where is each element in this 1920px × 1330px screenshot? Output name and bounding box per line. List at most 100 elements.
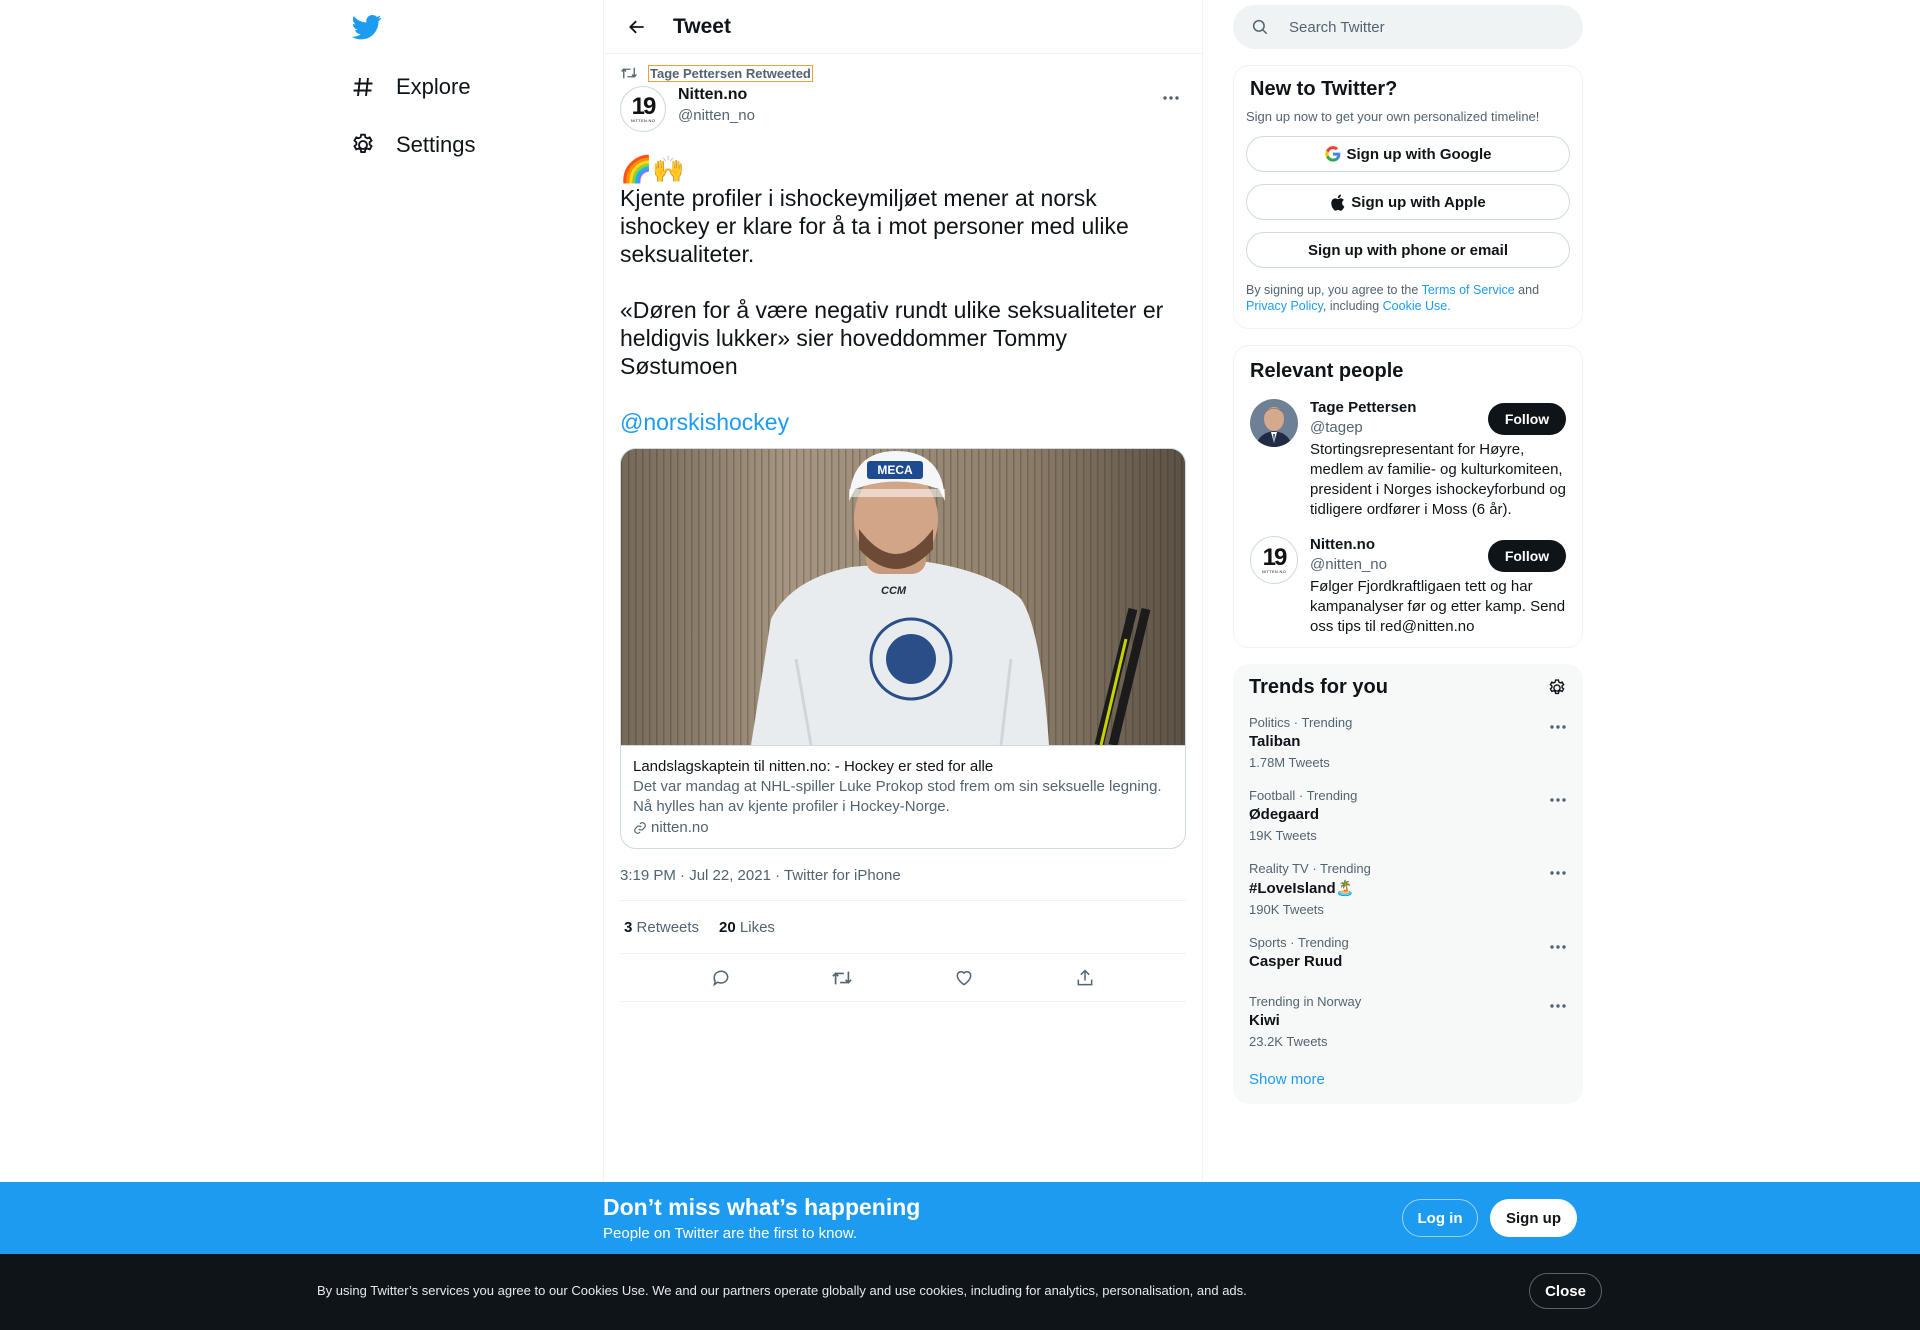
cookie-banner: By using Twitter’s services you agree to…	[0, 1254, 1920, 1330]
cookie-close-button[interactable]: Close	[1529, 1273, 1602, 1309]
nav-settings-label: Settings	[396, 132, 476, 157]
avatar-logo-subtext: NITTEN.NO	[630, 117, 656, 123]
trends-panel: Trends for you Politics · Trending Talib…	[1233, 664, 1583, 1104]
tweet-text: 🌈🙌 Kjente profiler i ishockeymiljøet men…	[620, 154, 1186, 380]
trend-item[interactable]: Trending in Norway Kiwi 23.2K Tweets	[1233, 984, 1583, 1057]
twitter-bird-icon[interactable]	[351, 12, 384, 44]
card-description: Det var mandag at NHL-spiller Luke Proko…	[633, 778, 1162, 815]
likes-label: Likes	[739, 918, 775, 936]
privacy-policy-link[interactable]: Privacy Policy	[1246, 299, 1323, 313]
trend-item[interactable]: Politics · Trending Taliban 1.78M Tweets	[1233, 705, 1583, 778]
nav-explore-label: Explore	[396, 74, 471, 99]
more-options-icon[interactable]	[1549, 937, 1567, 955]
signup-terms: By signing up, you agree to the Terms of…	[1246, 282, 1570, 314]
retweet-icon[interactable]	[825, 961, 859, 995]
promo-title: Don’t miss what’s happening	[603, 1194, 921, 1220]
search-bar[interactable]: Search Twitter	[1233, 5, 1583, 49]
trend-name: Kiwi	[1249, 1012, 1280, 1029]
avatar-logo-subtext: NITTEN.NO	[1261, 568, 1287, 574]
card-title: Landslagskaptein til nitten.no: - Hockey…	[633, 758, 994, 775]
gear-icon[interactable]	[1547, 678, 1567, 698]
nav-settings[interactable]: Settings	[350, 120, 476, 170]
helmet-logo-text: MECA	[877, 463, 913, 477]
promo-subtitle: People on Twitter are the first to know.	[603, 1225, 858, 1242]
author-name[interactable]: Nitten.no	[678, 86, 755, 104]
page-title: Tweet	[673, 14, 731, 38]
new-to-twitter-title: New to Twitter?	[1250, 78, 1398, 100]
more-options-icon[interactable]	[1549, 790, 1567, 808]
person-bio: Følger Fjordkraftligaen tett og har kamp…	[1310, 578, 1566, 635]
cookie-use-link[interactable]: Cookie Use.	[1383, 299, 1451, 313]
tweet-header: Tweet	[604, 0, 1202, 54]
person-card[interactable]: Tage Pettersen @tagep Stortingsrepresent…	[1250, 399, 1566, 520]
terms-of-service-link[interactable]: Terms of Service	[1422, 283, 1515, 297]
tweet-column: Tweet Tage Pettersen Retweeted 19 NITTEN…	[603, 0, 1203, 1330]
likes-stat[interactable]: 20 Likes	[719, 919, 775, 936]
trend-count: 1.78M Tweets	[1249, 755, 1330, 770]
trend-name: Casper Ruud	[1249, 953, 1343, 970]
trend-item[interactable]: Sports · Trending Casper Ruud	[1233, 925, 1583, 984]
trend-context: Politics · Trending	[1249, 715, 1353, 730]
trend-context: Reality TV · Trending	[1249, 861, 1371, 876]
hashtag-icon	[350, 74, 376, 100]
tweet: Tage Pettersen Retweeted 19 NITTEN.NO Ni…	[604, 64, 1202, 1002]
link-card[interactable]: MECA CCM Landslagskaptein til nitten.no:…	[620, 448, 1186, 849]
person-card[interactable]: 19 NITTEN.NO Nitten.no @nitten_no Følger…	[1250, 536, 1566, 637]
card-domain-text: nitten.no	[651, 819, 709, 836]
more-options-icon[interactable]	[1156, 86, 1186, 110]
show-more-link[interactable]: Show more	[1233, 1057, 1583, 1104]
retweeted-by-link[interactable]: Tage Pettersen Retweeted	[648, 64, 813, 82]
signup-apple-label: Sign up with Apple	[1351, 193, 1486, 211]
avatar[interactable]	[1250, 399, 1298, 447]
mention-link[interactable]: @norskishockey	[620, 408, 789, 436]
trend-count: 190K Tweets	[1249, 902, 1324, 917]
terms-text-1: By signing up, you agree to the	[1246, 283, 1422, 297]
follow-button[interactable]: Follow	[1488, 540, 1566, 572]
trend-context: Football · Trending	[1249, 788, 1358, 803]
trend-item[interactable]: Reality TV · Trending #LoveIsland🏝️ 190K…	[1233, 851, 1583, 925]
tweet-body: Kjente profiler i ishockeymiljøet mener …	[620, 185, 1164, 379]
nav-explore[interactable]: Explore	[350, 62, 471, 112]
avatar[interactable]: 19 NITTEN.NO	[620, 86, 666, 132]
trends-title: Trends for you	[1249, 676, 1388, 698]
signup-phone-label: Sign up with phone or email	[1307, 241, 1508, 259]
tweet-stats: 3 Retweets 20 Likes	[620, 901, 1186, 954]
share-icon[interactable]	[1068, 961, 1102, 995]
more-options-icon[interactable]	[1549, 996, 1567, 1014]
login-button[interactable]: Log in	[1402, 1199, 1478, 1237]
retweets-label: Retweets	[636, 918, 700, 936]
relevant-people-panel: Relevant people Tage Pettersen @tagep St…	[1233, 345, 1583, 648]
reply-icon[interactable]	[704, 961, 738, 995]
back-arrow-icon[interactable]	[609, 0, 665, 54]
search-icon	[1251, 18, 1269, 36]
trend-context: Trending in Norway	[1249, 994, 1362, 1009]
tweet-timestamp[interactable]: 3:19 PM · Jul 22, 2021 · Twitter for iPh…	[620, 867, 1186, 901]
search-input[interactable]: Search Twitter	[1289, 19, 1385, 36]
avatar-logo-text: 19	[1262, 543, 1288, 571]
terms-text-3: , including	[1322, 299, 1383, 313]
signup-google-button[interactable]: Sign up with Google	[1246, 136, 1570, 172]
terms-text-2: and	[1514, 283, 1540, 297]
google-icon	[1324, 146, 1341, 162]
signup-button[interactable]: Sign up	[1490, 1199, 1577, 1237]
new-to-twitter-subtitle: Sign up now to get your own personalized…	[1246, 109, 1540, 124]
card-image: MECA CCM	[621, 449, 1185, 745]
right-sidebar: Search Twitter New to Twitter? Sign up n…	[1233, 0, 1583, 1104]
more-options-icon[interactable]	[1549, 863, 1567, 881]
trend-item[interactable]: Football · Trending Ødegaard 19K Tweets	[1233, 778, 1583, 851]
signup-promo-bar: Don’t miss what’s happening People on Tw…	[0, 1182, 1920, 1254]
cookie-text: By using Twitter’s services you agree to…	[317, 1283, 1247, 1298]
trend-count: 23.2K Tweets	[1249, 1034, 1328, 1049]
signup-apple-button[interactable]: Sign up with Apple	[1246, 184, 1570, 220]
retweets-stat[interactable]: 3 Retweets	[624, 919, 699, 936]
tweet-author: 19 NITTEN.NO Nitten.no @nitten_no	[620, 86, 1186, 142]
apple-icon	[1330, 194, 1345, 211]
avatar[interactable]: 19 NITTEN.NO	[1250, 536, 1298, 584]
more-options-icon[interactable]	[1549, 717, 1567, 735]
retweet-context: Tage Pettersen Retweeted	[620, 64, 1186, 82]
signup-phone-button[interactable]: Sign up with phone or email	[1246, 232, 1570, 268]
like-icon[interactable]	[947, 961, 981, 995]
author-handle[interactable]: @nitten_no	[678, 107, 755, 124]
card-domain: nitten.no	[633, 819, 1173, 836]
follow-button[interactable]: Follow	[1488, 403, 1566, 435]
